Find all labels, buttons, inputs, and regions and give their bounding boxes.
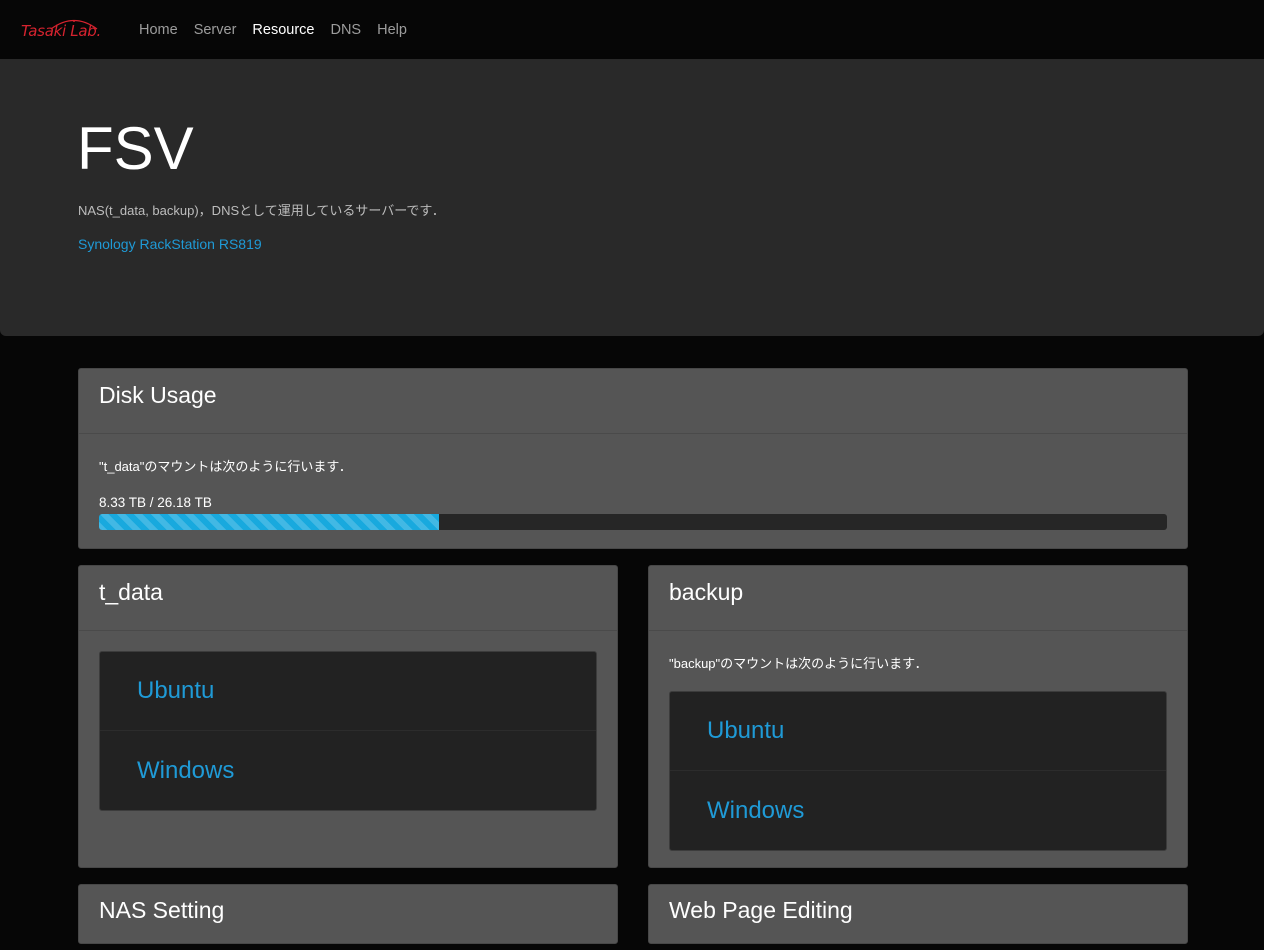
backup-card: backup "backup"のマウントは次のように行います． Ubuntu W… — [648, 565, 1188, 868]
t-data-ubuntu-link[interactable]: Ubuntu — [137, 677, 214, 705]
nas-setting-card: NAS Setting — [78, 884, 618, 944]
t-data-card: t_data Ubuntu Windows — [78, 565, 618, 868]
disk-usage-mount-text: "t_data"のマウントは次のように行います． — [99, 459, 352, 474]
backup-ubuntu-item[interactable]: Ubuntu — [670, 692, 1166, 771]
page-description: NAS(t_data, backup)，DNSとして運用しているサーバーです． — [78, 203, 445, 218]
backup-title: backup — [669, 579, 744, 605]
navbar: Tasaki Lab. Home Server Resource DNS Hel… — [0, 0, 1264, 59]
disk-usage-body: "t_data"のマウントは次のように行います． 8.33 TB / 26.18… — [79, 434, 1187, 550]
t-data-body: Ubuntu Windows — [79, 631, 617, 831]
web-page-editing-header: Web Page Editing — [649, 885, 1187, 950]
brand-text: Tasaki Lab. — [21, 22, 101, 40]
t-data-windows-link[interactable]: Windows — [137, 757, 234, 785]
page-title: FSV — [77, 115, 194, 182]
disk-usage-title: Disk Usage — [99, 382, 217, 408]
t-data-list: Ubuntu Windows — [99, 651, 597, 811]
disk-usage-progress — [99, 514, 1167, 530]
nav-links: Home Server Resource DNS Help — [139, 0, 423, 59]
brand-logo[interactable]: Tasaki Lab. — [21, 16, 111, 44]
t-data-header: t_data — [79, 566, 617, 631]
nas-setting-header: NAS Setting — [79, 885, 617, 950]
backup-header: backup — [649, 566, 1187, 631]
web-page-editing-card: Web Page Editing — [648, 884, 1188, 944]
disk-usage-progress-bar — [99, 514, 439, 530]
disk-usage-header: Disk Usage — [79, 369, 1187, 434]
nav-server[interactable]: Server — [194, 22, 237, 38]
nav-dns[interactable]: DNS — [330, 22, 361, 38]
t-data-title: t_data — [99, 579, 163, 605]
backup-list: Ubuntu Windows — [669, 691, 1167, 851]
jumbotron: FSV NAS(t_data, backup)，DNSとして運用しているサーバー… — [0, 59, 1264, 336]
disk-usage-label: 8.33 TB / 26.18 TB — [99, 495, 212, 510]
hardware-link[interactable]: Synology RackStation RS819 — [78, 236, 262, 252]
backup-ubuntu-link[interactable]: Ubuntu — [707, 717, 784, 745]
t-data-windows-item[interactable]: Windows — [100, 731, 596, 810]
backup-body: "backup"のマウントは次のように行います． Ubuntu Windows — [649, 631, 1187, 871]
backup-windows-link[interactable]: Windows — [707, 797, 804, 825]
nav-home[interactable]: Home — [139, 22, 178, 38]
disk-usage-card: Disk Usage "t_data"のマウントは次のように行います． 8.33… — [78, 368, 1188, 549]
nav-resource[interactable]: Resource — [252, 22, 314, 38]
nav-help[interactable]: Help — [377, 22, 407, 38]
backup-windows-item[interactable]: Windows — [670, 771, 1166, 850]
backup-mount-text: "backup"のマウントは次のように行います． — [669, 656, 928, 671]
t-data-ubuntu-item[interactable]: Ubuntu — [100, 652, 596, 731]
